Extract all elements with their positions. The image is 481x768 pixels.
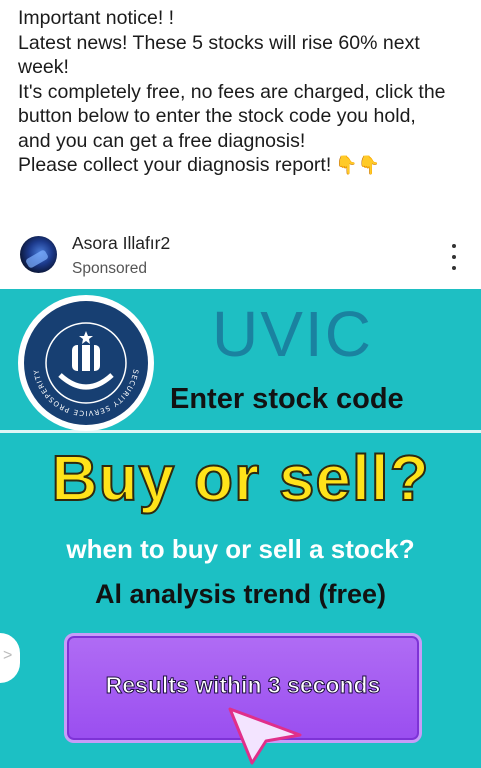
author-name[interactable]: Asora Illafır2 xyxy=(72,233,170,254)
pointing-down-emoji-icon: 👇👇 xyxy=(335,155,381,175)
more-options-icon[interactable] xyxy=(447,244,461,270)
post-line: week! xyxy=(18,56,69,78)
enter-stock-code-label: Enter stock code xyxy=(170,383,404,415)
carousel-prev-button[interactable]: > xyxy=(0,633,20,683)
chevron-right-icon: > xyxy=(3,647,13,664)
sponsored-label: Sponsored xyxy=(72,260,147,277)
ad-ai-line: Al analysis trend (free) xyxy=(94,579,387,609)
results-button-label: Results within 3 seconds xyxy=(105,672,381,699)
ad-subheadline: when to buy or sell a stock? xyxy=(66,534,415,564)
post-text: Important notice! ! Latest news! These 5… xyxy=(18,6,473,178)
ad-image[interactable]: SECURITY SERVICE PROSPERITY UVIC Enter s… xyxy=(0,289,481,768)
post-line: Latest news! These 5 stocks will rise 60… xyxy=(18,31,420,54)
pointer-cursor-icon xyxy=(228,707,302,765)
post-line: Please collect your diagnosis report! xyxy=(18,154,332,176)
company-logo: SECURITY SERVICE PROSPERITY xyxy=(18,295,154,431)
post-header: Asora Illafır2 Sponsored xyxy=(0,228,481,286)
divider xyxy=(0,430,481,433)
logo-emblem-icon: SECURITY SERVICE PROSPERITY xyxy=(32,322,139,417)
post-line: button below to enter the stock code you… xyxy=(18,105,416,127)
post-line: It's completely free, no fees are charge… xyxy=(18,80,446,103)
post-line-last: Please collect your diagnosis report! 👇👇 xyxy=(18,153,473,178)
post-line: and you can get a free diagnosis! xyxy=(18,129,306,152)
brand-name: UVIC xyxy=(212,298,373,370)
ad-headline: Buy or sell? xyxy=(50,441,430,515)
post-line: Important notice! ! xyxy=(18,7,175,29)
avatar[interactable] xyxy=(20,236,57,273)
